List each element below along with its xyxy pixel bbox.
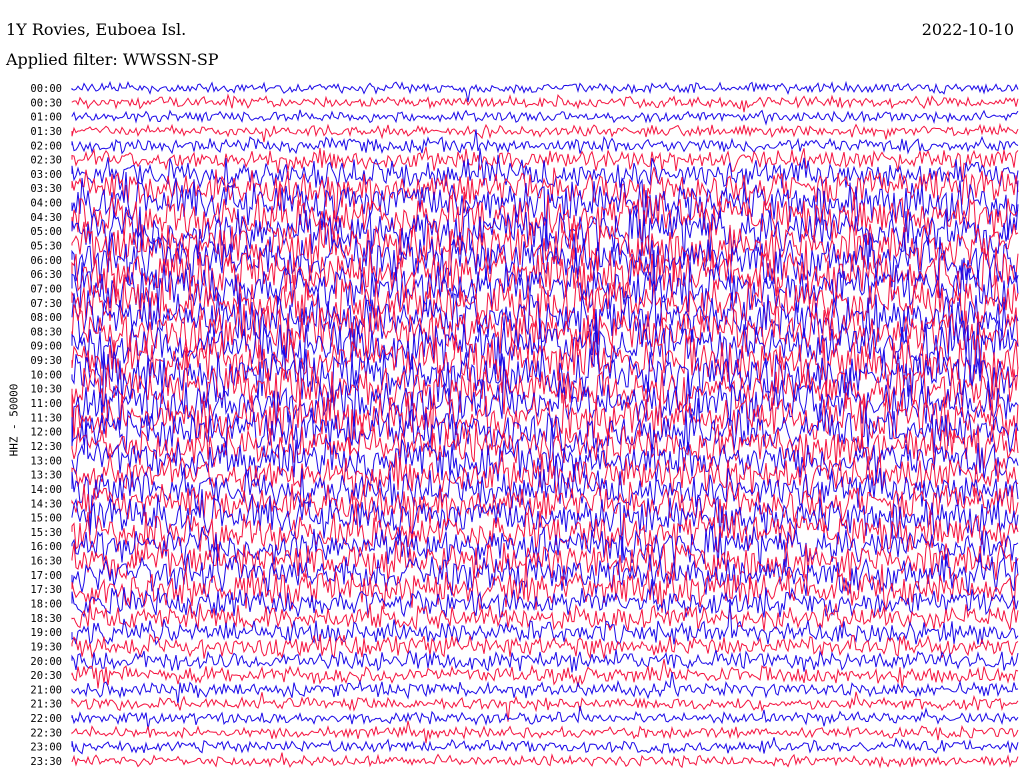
- row-label-2030: 20:30: [30, 670, 62, 682]
- row-label-0030: 00:30: [30, 97, 62, 109]
- trace-1930: [71, 633, 1019, 660]
- trace-2300: [71, 737, 1019, 755]
- row-label-2300: 23:00: [30, 742, 62, 754]
- row-label-1930: 19:30: [30, 641, 62, 653]
- row-label-1330: 13:30: [30, 470, 62, 482]
- row-label-0500: 05:00: [30, 226, 62, 238]
- row-label-2200: 22:00: [30, 713, 62, 725]
- row-label-2230: 22:30: [30, 727, 62, 739]
- row-label-1730: 17:30: [30, 584, 62, 596]
- row-label-1430: 14:30: [30, 498, 62, 510]
- row-label-0200: 02:00: [30, 140, 62, 152]
- row-label-0930: 09:30: [30, 355, 62, 367]
- row-label-0530: 05:30: [30, 241, 62, 253]
- trace-2230: [71, 720, 1019, 744]
- date-label: 2022-10-10: [919, 20, 1016, 40]
- row-label-0730: 07:30: [30, 298, 62, 310]
- trace-0100: [71, 109, 1019, 126]
- row-label-0300: 03:00: [30, 169, 62, 181]
- trace-0030: [71, 93, 1019, 113]
- row-label-2100: 21:00: [30, 684, 62, 696]
- row-label-1530: 15:30: [30, 527, 62, 539]
- row-label-1900: 19:00: [30, 627, 62, 639]
- row-label-1800: 18:00: [30, 599, 62, 611]
- trace-2330: [71, 752, 1019, 769]
- filter-label: Applied filter: WWSSN-SP: [4, 50, 221, 70]
- channel-label: HHZ - 50000: [7, 383, 21, 457]
- trace-0130: [71, 122, 1019, 143]
- row-label-0700: 07:00: [30, 284, 62, 296]
- trace-1800: [71, 579, 1019, 619]
- row-label-1600: 16:00: [30, 541, 62, 553]
- row-label-0630: 06:30: [30, 269, 62, 281]
- row-label-1000: 10:00: [30, 369, 62, 381]
- row-label-0600: 06:00: [30, 255, 62, 267]
- row-label-2130: 21:30: [30, 699, 62, 711]
- trace-1830: [71, 603, 1019, 632]
- row-label-0130: 01:30: [30, 126, 62, 138]
- row-label-1500: 15:00: [30, 513, 62, 525]
- row-time-labels: 00:00 00:30 01:00 01:30 02:00 02:30 03:00 03:30…: [30, 83, 62, 768]
- row-label-0900: 09:00: [30, 341, 62, 353]
- row-label-1700: 17:00: [30, 570, 62, 582]
- row-label-0000: 00:00: [30, 83, 62, 95]
- row-label-2330: 23:30: [30, 756, 62, 768]
- trace-0000: [71, 80, 1019, 102]
- row-label-1830: 18:30: [30, 613, 62, 625]
- row-label-1030: 10:30: [30, 384, 62, 396]
- station-title: 1Y Rovies, Euboea Isl.: [4, 20, 189, 40]
- row-label-1100: 11:00: [30, 398, 62, 410]
- row-label-1300: 13:00: [30, 455, 62, 467]
- row-label-0800: 08:00: [30, 312, 62, 324]
- row-label-1130: 11:30: [30, 412, 62, 424]
- helicorder-plot: 00:00 00:30 01:00 01:30 02:00 02:30 03:00 03:30…: [30, 80, 1019, 769]
- row-label-1630: 16:30: [30, 556, 62, 568]
- trace-2200: [71, 705, 1019, 730]
- row-label-0230: 02:30: [30, 155, 62, 167]
- row-label-2000: 20:00: [30, 656, 62, 668]
- row-label-1200: 12:00: [30, 427, 62, 439]
- row-label-1400: 14:00: [30, 484, 62, 496]
- trace-0200: [71, 129, 1019, 155]
- trace-rows: [71, 80, 1019, 769]
- row-label-0400: 04:00: [30, 198, 62, 210]
- row-label-0430: 04:30: [30, 212, 62, 224]
- row-label-0100: 01:00: [30, 112, 62, 124]
- row-label-1230: 12:30: [30, 441, 62, 453]
- row-label-0830: 08:30: [30, 326, 62, 338]
- row-label-0330: 03:30: [30, 183, 62, 195]
